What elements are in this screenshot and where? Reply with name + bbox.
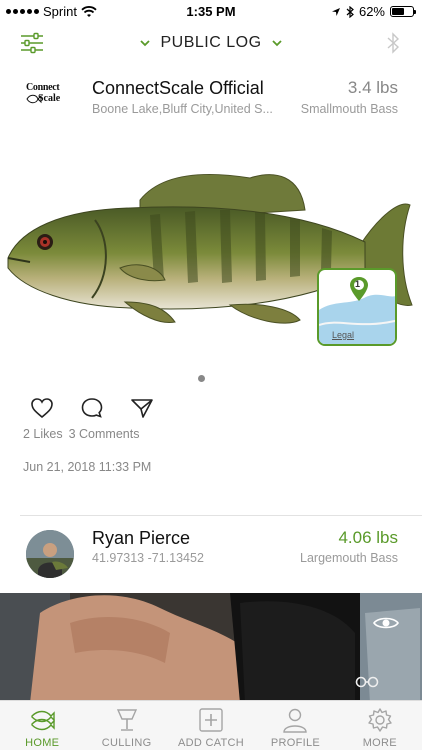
tab-bar: HOME CULLING ADD CATCH PROFILE MORE [0,700,422,750]
status-right: 62% [331,4,416,19]
fish-logo-icon [26,94,42,104]
likes-count[interactable]: 2 Likes [23,427,63,441]
tab-label: PROFILE [270,737,320,749]
carousel-page-indicator [198,375,205,382]
log-selector[interactable]: PUBLIC LOG [0,34,422,52]
tab-label: ADD CATCH [177,737,245,749]
map-legal-link[interactable]: Legal [332,330,354,340]
battery-icon [390,6,416,17]
catch-species: Smallmouth Bass [300,102,398,116]
tab-add-catch[interactable]: ADD CATCH [169,701,253,750]
log-title: PUBLIC LOG [160,34,262,51]
status-bar: Sprint 1:35 PM 62% [0,0,422,22]
location-arrow-icon [331,7,340,16]
comments-count[interactable]: 3 Comments [69,427,140,441]
tab-culling[interactable]: CULLING [84,701,168,750]
person-icon [283,708,308,733]
bluetooth-status-icon [346,5,354,18]
scale-icon [116,709,137,731]
post-header: Connect Scale ConnectScale Official Boon… [0,64,422,124]
bluetooth-icon[interactable] [386,32,400,54]
battery-level [392,8,405,15]
fish-icon [31,710,55,731]
tab-home[interactable]: HOME [0,701,84,750]
post-divider [20,515,422,516]
glasses-icon[interactable] [355,674,379,688]
post-username[interactable]: Ryan Pierce [92,528,190,549]
battery-percent: 62% [358,4,385,19]
map-pin-label: 1 [355,279,361,289]
catch-weight: 4.06 lbs [338,528,398,547]
chevron-down-icon [140,40,151,47]
eye-icon[interactable] [373,615,399,631]
share-icon[interactable] [130,397,154,419]
tab-profile[interactable]: PROFILE [253,701,337,750]
post-actions [30,397,154,419]
post-counts: 2 Likes 3 Comments [23,427,139,441]
catch-species: Largemouth Bass [300,551,398,565]
post-username[interactable]: ConnectScale Official [92,78,264,99]
tab-more[interactable]: MORE [338,701,422,750]
tab-label: MORE [362,737,397,749]
avatar[interactable] [26,530,74,578]
avatar[interactable]: Connect Scale [26,82,72,112]
gear-icon [368,708,392,732]
tab-label: CULLING [101,737,152,749]
logo-text: Connect [26,82,60,93]
app-header: PUBLIC LOG [0,24,422,64]
post-location: Boone Lake,Bluff City,United S... [92,102,273,116]
catch-location-map[interactable]: 1 Legal [317,268,397,346]
heart-icon[interactable] [30,397,54,419]
post-date: Jun 21, 2018 11:33 PM [23,460,152,474]
add-icon [199,708,223,732]
post-coordinates: 41.97313 -71.13452 [92,551,204,565]
catch-weight: 3.4 lbs [347,78,398,97]
chevron-down-icon [271,40,282,47]
comment-icon[interactable] [80,397,104,419]
tab-label: HOME [25,737,60,749]
